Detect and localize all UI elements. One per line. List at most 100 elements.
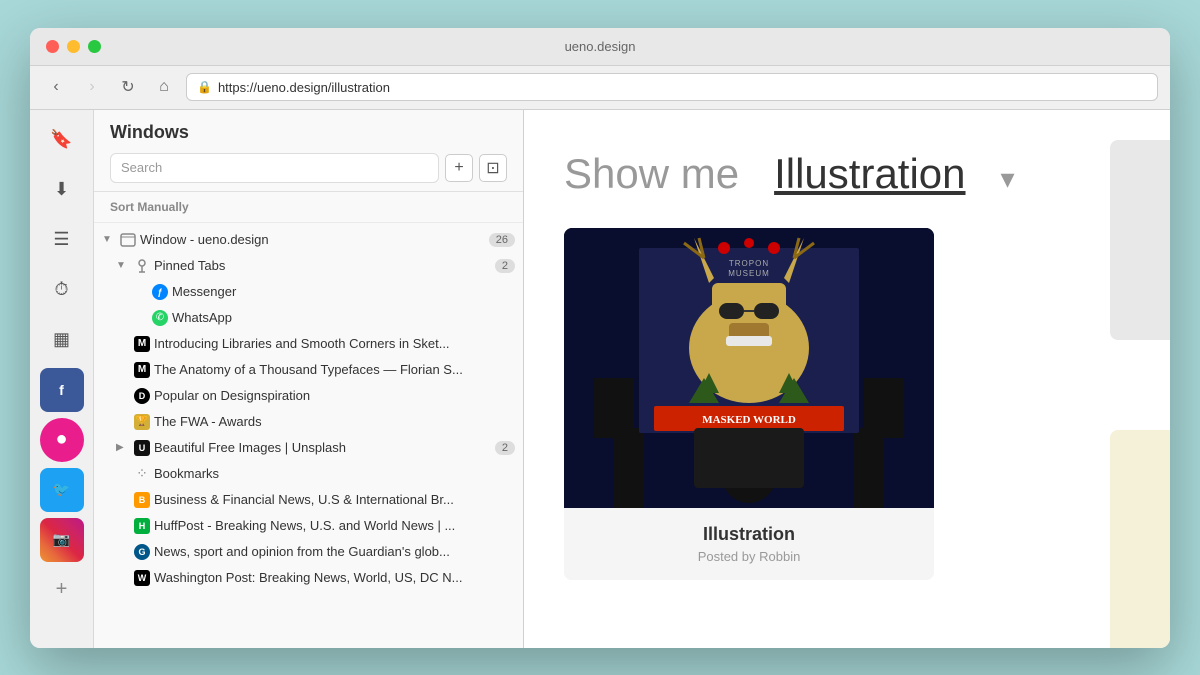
heading-bold: Illustration: [774, 150, 965, 197]
tabs-list: ▼ Window - ueno.design 26 ▼ Pinned Tabs 2 ƒ Mes…: [94, 223, 523, 648]
card-image: MASKED WORLD TROPON MUSEUM: [564, 228, 934, 508]
card-area: MASKED WORLD TROPON MUSEUM I: [564, 228, 1130, 580]
favicon-fwa: 🏆: [134, 414, 150, 430]
tab-item-medium-2[interactable]: M The Anatomy of a Thousand Typefaces — F…: [94, 357, 523, 383]
tab-item-label: Messenger: [172, 284, 515, 299]
tabs-sidebar-button[interactable]: ▦: [40, 318, 84, 362]
tab-item-label: Washington Post: Breaking News, World, U…: [154, 570, 515, 585]
title-bar: ueno.design: [30, 28, 1170, 66]
tab-item-label: Business & Financial News, U.S & Interna…: [154, 492, 515, 507]
favicon-messenger: ƒ: [152, 284, 168, 300]
tab-item-business[interactable]: B Business & Financial News, U.S & Intern…: [94, 487, 523, 513]
new-window-button[interactable]: ⊡: [479, 154, 507, 182]
tab-count-badge: 26: [489, 233, 515, 247]
tab-item-label: Popular on Designspiration: [154, 388, 515, 403]
tab-item-label: News, sport and opinion from the Guardia…: [154, 544, 515, 559]
history-sidebar-button[interactable]: ⏱: [40, 268, 84, 312]
tab-item-label: Introducing Libraries and Smooth Corners…: [154, 336, 515, 351]
tab-item-label: Window - ueno.design: [140, 232, 485, 247]
close-button[interactable]: [46, 40, 59, 53]
tabs-panel-title: Windows: [110, 122, 507, 143]
tab-item-designspiration[interactable]: D Popular on Designspiration: [94, 383, 523, 409]
poster-svg: MASKED WORLD TROPON MUSEUM: [564, 228, 934, 508]
expand-arrow-icon: ▶: [116, 442, 130, 453]
maximize-button[interactable]: [88, 40, 101, 53]
favicon-window: [120, 232, 136, 248]
reload-button[interactable]: ↻: [114, 73, 142, 101]
tab-item-guardian[interactable]: G News, sport and opinion from the Guardi…: [94, 539, 523, 565]
tab-item-unsplash[interactable]: ▶ U Beautiful Free Images | Unsplash 2: [94, 435, 523, 461]
card-subtitle: Posted by Robbin: [584, 549, 914, 564]
favicon-medium: M: [134, 336, 150, 352]
reader-sidebar-button[interactable]: ☰: [40, 218, 84, 262]
svg-text:MASKED WORLD: MASKED WORLD: [702, 414, 796, 426]
svg-text:MUSEUM: MUSEUM: [728, 269, 770, 278]
tab-item-label: Bookmarks: [154, 466, 515, 481]
page-heading: Show me Illustration ▾: [564, 150, 1130, 198]
heading-light: Show me: [564, 150, 739, 197]
favicon-wapo: W: [134, 570, 150, 586]
window-title: ueno.design: [565, 39, 636, 54]
tab-item-whatsapp[interactable]: ✆WhatsApp: [94, 305, 523, 331]
tab-count-badge: 2: [495, 259, 515, 273]
right-card: [1110, 430, 1170, 648]
illustration-card[interactable]: MASKED WORLD TROPON MUSEUM I: [564, 228, 934, 580]
favicon-pin: [134, 258, 150, 274]
sidebar-icons: 🔖 ⬇ ☰ ⏱ ▦ f ● 🐦 📷 +: [30, 110, 94, 648]
instagram-sidebar-button[interactable]: 📷: [40, 518, 84, 562]
tab-item-window-ueno[interactable]: ▼ Window - ueno.design 26: [94, 227, 523, 253]
tab-count-badge: 2: [495, 441, 515, 455]
forward-button[interactable]: ›: [78, 73, 106, 101]
tabs-panel: Windows + ⊡ Sort Manually ▼ Window - ueno…: [94, 110, 524, 648]
tab-item-pinned-tabs[interactable]: ▼ Pinned Tabs 2: [94, 253, 523, 279]
search-input[interactable]: [110, 153, 439, 183]
nav-bar: ‹ › ↻ ⌂ 🔒 https://ueno.design/illustrati…: [30, 66, 1170, 110]
main-page: Show me Illustration ▾: [524, 110, 1170, 648]
sort-label: Sort Manually: [94, 192, 523, 223]
url-bar[interactable]: 🔒 https://ueno.design/illustration: [186, 73, 1158, 101]
favicon-designspiration: D: [134, 388, 150, 404]
tab-item-fwa[interactable]: 🏆 The FWA - Awards: [94, 409, 523, 435]
content-area: 🔖 ⬇ ☰ ⏱ ▦ f ● 🐦 📷 + Windows + ⊡ Sort Man…: [30, 110, 1170, 648]
download-sidebar-button[interactable]: ⬇: [40, 168, 84, 212]
tab-item-bookmarks[interactable]: ⁘ Bookmarks: [94, 461, 523, 487]
new-tab-button[interactable]: +: [445, 154, 473, 182]
heading-dropdown-arrow[interactable]: ▾: [1001, 163, 1015, 194]
search-bar: + ⊡: [110, 153, 507, 183]
favicon-business: B: [134, 492, 150, 508]
brand-sidebar-button[interactable]: ●: [40, 418, 84, 462]
facebook-sidebar-button[interactable]: f: [40, 368, 84, 412]
add-sidebar-button[interactable]: +: [40, 568, 84, 612]
browser-window: ueno.design ‹ › ↻ ⌂ 🔒 https://ueno.desig…: [30, 28, 1170, 648]
tab-item-label: WhatsApp: [172, 310, 515, 325]
ssl-icon: 🔒: [197, 80, 212, 94]
right-card-top: [1110, 140, 1170, 340]
card-title: Illustration: [584, 524, 914, 545]
page-content: Show me Illustration ▾: [524, 110, 1170, 648]
tab-item-label: Beautiful Free Images | Unsplash: [154, 440, 491, 455]
tabs-header: Windows + ⊡: [94, 110, 523, 192]
home-button[interactable]: ⌂: [150, 73, 178, 101]
favicon-huffpost: H: [134, 518, 150, 534]
bookmark-sidebar-button[interactable]: 🔖: [40, 118, 84, 162]
url-text: https://ueno.design/illustration: [218, 80, 390, 95]
tab-item-wapo[interactable]: W Washington Post: Breaking News, World, …: [94, 565, 523, 591]
tab-item-label: Pinned Tabs: [154, 258, 491, 273]
back-button[interactable]: ‹: [42, 73, 70, 101]
tab-item-label: The Anatomy of a Thousand Typefaces — Fl…: [154, 362, 515, 377]
tab-item-label: HuffPost - Breaking News, U.S. and World…: [154, 518, 515, 533]
favicon-bookmarks: ⁘: [134, 466, 150, 482]
expand-arrow-icon: ▼: [102, 234, 116, 245]
expand-arrow-icon: ▼: [116, 260, 130, 271]
favicon-medium: M: [134, 362, 150, 378]
tab-item-messenger[interactable]: ƒ Messenger: [94, 279, 523, 305]
card-info: Illustration Posted by Robbin: [564, 508, 934, 580]
minimize-button[interactable]: [67, 40, 80, 53]
favicon-guardian: G: [134, 544, 150, 560]
favicon-unsplash: U: [134, 440, 150, 456]
tab-item-medium-1[interactable]: M Introducing Libraries and Smooth Corner…: [94, 331, 523, 357]
twitter-sidebar-button[interactable]: 🐦: [40, 468, 84, 512]
traffic-lights: [46, 40, 101, 53]
tab-item-huffpost[interactable]: H HuffPost - Breaking News, U.S. and Worl…: [94, 513, 523, 539]
tab-item-label: The FWA - Awards: [154, 414, 515, 429]
